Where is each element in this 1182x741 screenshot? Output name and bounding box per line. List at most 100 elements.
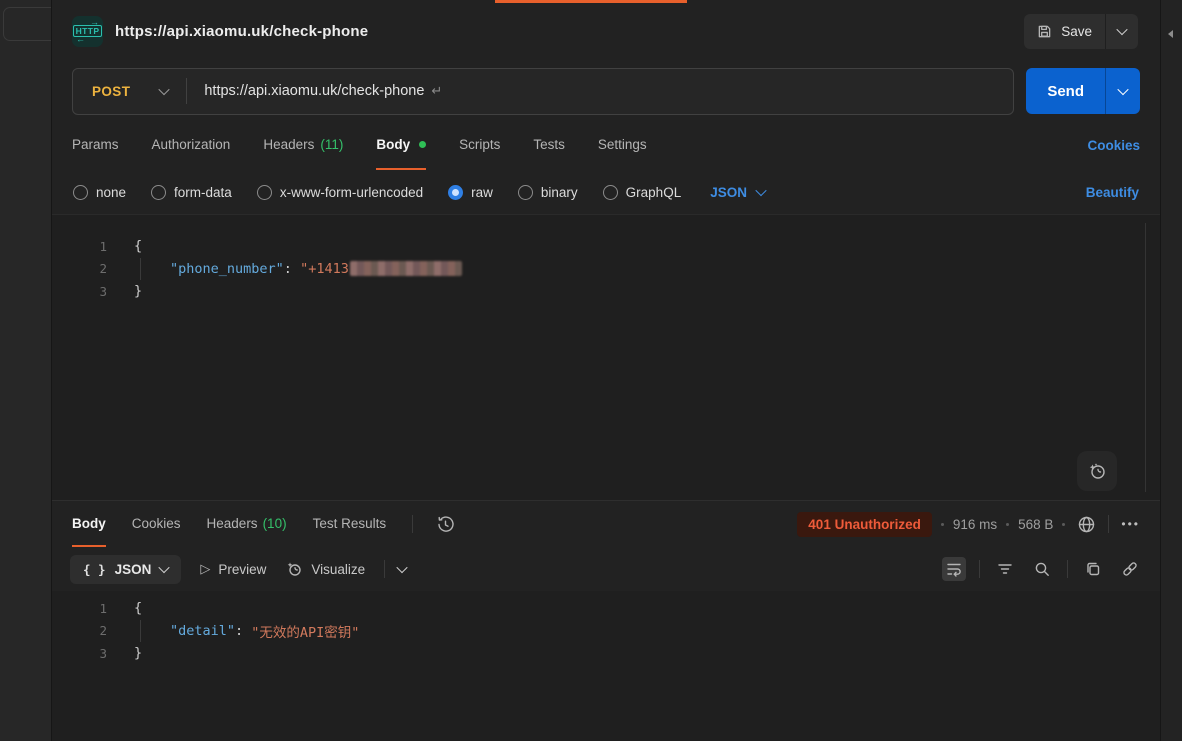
code-line: 2 "phone_number" : "+1413	[52, 258, 1160, 281]
send-button[interactable]: Send	[1026, 68, 1105, 114]
search-icon	[1033, 560, 1051, 578]
redacted-phone-number	[350, 261, 462, 276]
copy-button[interactable]	[1081, 557, 1105, 581]
chevron-down-icon	[159, 562, 170, 573]
line-number: 3	[52, 284, 107, 299]
line-number: 2	[52, 623, 107, 638]
radio-none[interactable]: none	[73, 185, 126, 200]
code-line: 1 {	[52, 597, 1160, 620]
response-headers-count-badge: (10)	[263, 516, 287, 531]
request-body-editor[interactable]: 1 { 2 "phone_number" : "+1413 3 }	[52, 214, 1160, 500]
chevron-down-icon	[1116, 24, 1127, 35]
radio-raw[interactable]: raw	[448, 185, 493, 200]
save-button-label: Save	[1061, 24, 1092, 39]
link-icon	[1121, 560, 1139, 578]
response-time[interactable]: 916 ms	[953, 517, 997, 532]
headers-count-badge: (11)	[320, 137, 343, 152]
radio-circle-icon	[73, 185, 88, 200]
save-split-button: Save	[1024, 14, 1138, 49]
radio-circle-icon	[151, 185, 166, 200]
globe-icon	[1077, 515, 1096, 534]
editor-scrollbar[interactable]	[1145, 223, 1146, 492]
cookies-link[interactable]: Cookies	[1087, 138, 1140, 153]
response-size[interactable]: 568 B	[1018, 517, 1053, 532]
radio-circle-icon	[603, 185, 618, 200]
visualize-button[interactable]: Visualize	[285, 560, 365, 578]
request-tabs-bar: Params Authorization Headers (11) Body S…	[52, 120, 1160, 170]
response-toolbar: { } JSON ▷ Preview Visualize	[52, 547, 1160, 591]
request-title: https://api.xiaomu.uk/check-phone	[115, 23, 368, 40]
postman-app-window: → HTTP ← https://api.xiaomu.uk/check-pho…	[0, 0, 1182, 741]
url-input[interactable]: https://api.xiaomu.uk/check-phone	[204, 83, 424, 99]
response-history-button[interactable]	[433, 512, 458, 537]
active-tab-indicator	[495, 0, 687, 3]
play-icon: ▷	[200, 561, 210, 577]
body-type-options-row: none form-data x-www-form-urlencoded raw…	[52, 170, 1160, 214]
main-panel: → HTTP ← https://api.xiaomu.uk/check-pho…	[52, 0, 1160, 741]
left-sidebar-rail	[0, 0, 52, 741]
braces-icon: { }	[83, 562, 106, 577]
filter-icon	[996, 560, 1014, 578]
send-options-button[interactable]	[1106, 68, 1140, 114]
response-tab-headers[interactable]: Headers (10)	[207, 501, 287, 547]
tab-tests[interactable]: Tests	[533, 120, 565, 170]
code-line: 2 "detail" : "无效的API密钥"	[52, 620, 1160, 643]
network-info-button[interactable]	[1074, 512, 1099, 537]
save-options-button[interactable]	[1106, 14, 1138, 49]
collapse-toolbar-chevron[interactable]	[396, 562, 407, 573]
beautify-link[interactable]: Beautify	[1086, 185, 1139, 200]
status-badge[interactable]: 401 Unauthorized	[797, 512, 932, 537]
preview-button[interactable]: ▷ Preview	[200, 561, 266, 577]
radio-graphql[interactable]: GraphQL	[603, 185, 682, 200]
radio-circle-icon	[257, 185, 272, 200]
body-language-dropdown[interactable]: JSON	[710, 185, 765, 200]
radio-form-data[interactable]: form-data	[151, 185, 232, 200]
more-options-button[interactable]: •••	[1121, 517, 1140, 531]
code-line: 3 }	[52, 280, 1160, 303]
request-header-bar: → HTTP ← https://api.xiaomu.uk/check-pho…	[52, 0, 1160, 62]
collapse-panel-arrow-icon[interactable]	[1168, 30, 1173, 38]
indent-guide	[140, 258, 170, 281]
method-selector[interactable]: POST	[73, 84, 186, 99]
tab-settings[interactable]: Settings	[598, 120, 647, 170]
chevron-down-icon	[1117, 84, 1128, 95]
wrap-text-icon	[945, 560, 963, 578]
radio-x-www-form-urlencoded[interactable]: x-www-form-urlencoded	[257, 185, 423, 200]
search-button[interactable]	[1030, 557, 1054, 581]
response-tab-cookies[interactable]: Cookies	[132, 501, 181, 547]
tab-scripts[interactable]: Scripts	[459, 120, 500, 170]
send-button-label: Send	[1047, 83, 1084, 100]
response-meta: 401 Unauthorized 916 ms 568 B •••	[797, 512, 1140, 537]
indent-guide	[140, 620, 170, 643]
postbot-sparkle-icon	[1086, 460, 1108, 482]
tab-body[interactable]: Body	[376, 120, 426, 170]
body-modified-dot	[419, 141, 426, 148]
response-tab-test-results[interactable]: Test Results	[313, 501, 387, 547]
chevron-down-icon	[159, 84, 170, 95]
filter-button[interactable]	[993, 557, 1017, 581]
line-number: 1	[52, 239, 107, 254]
return-key-hint: ↵	[431, 83, 442, 99]
wrap-text-button[interactable]	[942, 557, 966, 581]
radio-circle-icon	[518, 185, 533, 200]
response-toolbar-icons	[942, 557, 1142, 581]
method-label: POST	[92, 84, 130, 99]
request-url-box: POST https://api.xiaomu.uk/check-phone ↵	[72, 68, 1014, 115]
response-header-bar: Body Cookies Headers (10) Test Results	[52, 500, 1160, 547]
response-tab-body[interactable]: Body	[72, 501, 106, 547]
line-number: 1	[52, 601, 107, 616]
response-format-dropdown[interactable]: { } JSON	[70, 555, 181, 584]
http-request-icon: → HTTP ←	[72, 16, 103, 47]
radio-binary[interactable]: binary	[518, 185, 578, 200]
url-row: POST https://api.xiaomu.uk/check-phone ↵…	[52, 62, 1160, 120]
sidebar-tab-stub[interactable]	[3, 7, 52, 41]
chevron-down-icon	[755, 185, 766, 196]
save-button[interactable]: Save	[1024, 14, 1105, 49]
tab-headers[interactable]: Headers (11)	[263, 120, 343, 170]
link-button[interactable]	[1118, 557, 1142, 581]
save-floppy-icon	[1037, 24, 1052, 39]
response-body-editor[interactable]: 1 { 2 "detail" : "无效的API密钥" 3 }	[52, 591, 1160, 741]
tab-params[interactable]: Params	[72, 120, 119, 170]
tab-authorization[interactable]: Authorization	[152, 120, 231, 170]
postbot-ai-button[interactable]	[1077, 451, 1117, 491]
